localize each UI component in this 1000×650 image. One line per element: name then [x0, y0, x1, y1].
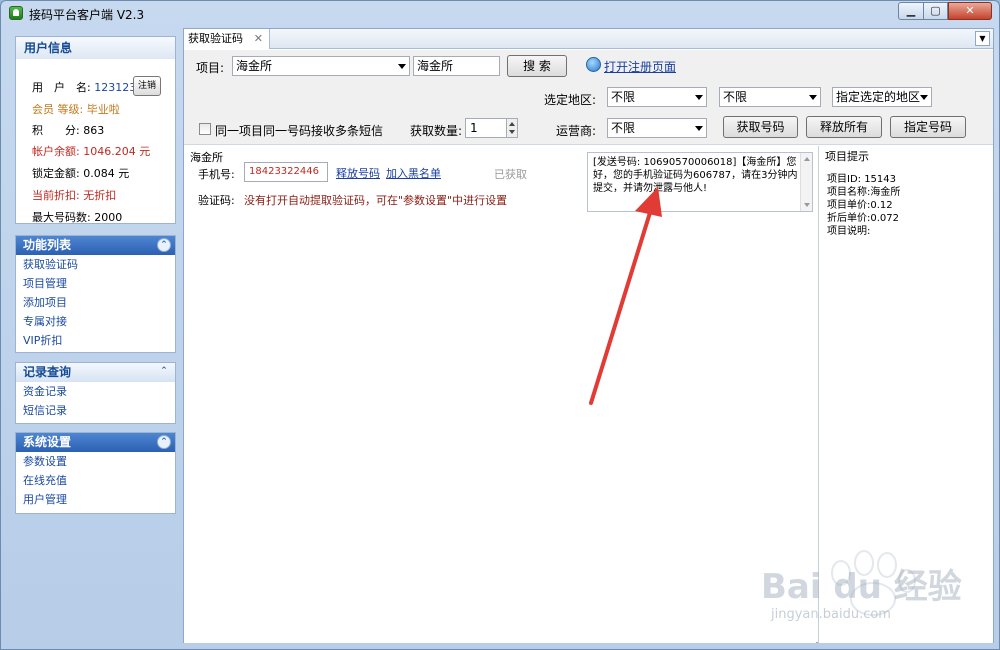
app-window: 接码平台客户端 V2.3 ▁ ▢ ✕ 用户信息 用 户 名: 123123 注销… [0, 0, 1000, 650]
assign-number-button[interactable]: 指定号码 [890, 116, 966, 138]
collapse-icon[interactable]: ⌃ [157, 435, 171, 449]
window-title: 接码平台客户端 V2.3 [29, 8, 145, 22]
sms-scrollbar[interactable] [800, 153, 812, 211]
query-toolbar: 项目: 海金所 海金所 搜 索 打开注册页面 选定地区: 不限 不限 指定选定的… [184, 50, 993, 145]
nav-exclusive-dock[interactable]: 专属对接 [16, 312, 175, 331]
nav-param-settings[interactable]: 参数设置 [16, 452, 175, 471]
region-select-3[interactable]: 指定选定的地区 [832, 87, 932, 107]
user-info-panel: 用户信息 用 户 名: 123123 注销 会员 等级: 毕业啦 积 分: 86… [15, 36, 176, 224]
project-description: 项目说明: [827, 226, 871, 237]
add-blacklist-link[interactable]: 加入黑名单 [386, 165, 441, 181]
nav-add-project[interactable]: 添加项目 [16, 293, 175, 312]
nav-user-manage[interactable]: 用户管理 [16, 490, 175, 509]
release-all-button[interactable]: 释放所有 [806, 116, 882, 138]
globe-icon [586, 57, 601, 72]
code-message: 没有打开自动提取验证码，可在"参数设置"中进行设置 [244, 194, 508, 207]
phone-label: 手机号: [198, 168, 235, 181]
sidebar: 用户信息 用 户 名: 123123 注销 会员 等级: 毕业啦 积 分: 86… [11, 31, 179, 641]
multi-sms-checkbox[interactable] [199, 123, 211, 135]
collapse-icon[interactable]: ⌃ [157, 365, 171, 379]
username-row: 用 户 名: 123123 [32, 81, 137, 94]
number-work-area: 海金所 手机号: 18423322446 释放号码 加入黑名单 已获取 验证码:… [184, 146, 816, 643]
member-level-row: 会员 等级: 毕业啦 [32, 103, 120, 116]
collapse-icon[interactable]: ⌃ [157, 238, 171, 252]
nav-project-manage[interactable]: 项目管理 [16, 274, 175, 293]
code-label: 验证码: [198, 194, 235, 207]
tab-get-code[interactable]: 获取验证码 ✕ [184, 29, 270, 49]
chevron-down-icon [809, 95, 817, 100]
settings-header[interactable]: 系统设置 ⌃ [16, 433, 175, 452]
multi-sms-label: 同一项目同一号码接收多条短信 [215, 124, 384, 138]
discount-row: 当前折扣: 无折扣 [32, 189, 117, 202]
project-label: 项目: [196, 61, 225, 75]
chevron-down-icon [398, 64, 406, 69]
records-panel: 记录查询 ⌃ 资金记录 短信记录 [15, 362, 176, 424]
watermark-url: jingyan.baidu.com [771, 607, 891, 622]
user-info-title: 用户信息 [16, 37, 175, 59]
chevron-down-icon [695, 126, 703, 131]
quantity-input[interactable]: 1 [465, 118, 509, 138]
tab-bar: 获取验证码 ✕ ▼ [184, 29, 993, 49]
points-row: 积 分: 863 [32, 124, 105, 137]
minimize-button[interactable]: ▁ [898, 2, 924, 20]
max-numbers-row: 最大号码数: 2000 [32, 211, 123, 224]
project-select[interactable]: 海金所 [232, 56, 410, 76]
logout-button[interactable]: 注销 [133, 76, 161, 96]
app-icon [9, 6, 23, 20]
quantity-stepper[interactable] [506, 118, 518, 138]
maximize-button[interactable]: ▢ [923, 2, 948, 20]
function-list-header[interactable]: 功能列表 ⌃ [16, 236, 175, 255]
nav-vip-discount[interactable]: VIP折扣 [16, 331, 175, 350]
annotation-arrow [589, 187, 662, 405]
settings-panel: 系统设置 ⌃ 参数设置 在线充值 用户管理 [15, 432, 176, 514]
region-select-2[interactable]: 不限 [719, 87, 821, 107]
locked-amount-row: 锁定金额: 0.084 元 [32, 167, 130, 180]
close-button[interactable]: ✕ [948, 2, 992, 20]
tab-menu-button[interactable]: ▼ [975, 31, 990, 46]
status-text: 已获取 [494, 168, 527, 181]
title-bar: 接码平台客户端 V2.3 ▁ ▢ ✕ [1, 1, 999, 27]
records-header[interactable]: 记录查询 ⌃ [16, 363, 175, 382]
watermark-brand: Bai du 经验 [761, 567, 962, 607]
carrier-label: 运营商: [556, 124, 597, 138]
phone-number-field[interactable]: 18423322446 [244, 162, 328, 182]
nav-get-code[interactable]: 获取验证码 [16, 255, 175, 274]
get-number-button[interactable]: 获取号码 [723, 116, 798, 138]
region-select-1[interactable]: 不限 [607, 87, 707, 107]
release-number-link[interactable]: 释放号码 [336, 165, 380, 181]
project-name-title: 海金所 [190, 151, 223, 164]
project-search-input[interactable]: 海金所 [413, 56, 500, 76]
nav-sms-records[interactable]: 短信记录 [16, 401, 175, 420]
nav-online-recharge[interactable]: 在线充值 [16, 471, 175, 490]
carrier-select[interactable]: 不限 [607, 118, 707, 138]
balance-row: 帐户余额: 1046.204 元 [32, 145, 151, 158]
chevron-down-icon [695, 95, 703, 100]
close-tab-icon[interactable]: ✕ [254, 29, 263, 48]
quantity-label: 获取数量: [410, 124, 463, 138]
chevron-down-icon [920, 95, 928, 100]
nav-fund-records[interactable]: 资金记录 [16, 382, 175, 401]
open-register-link[interactable]: 打开注册页面 [604, 58, 676, 75]
search-button[interactable]: 搜 索 [507, 55, 567, 77]
function-list-panel: 功能列表 ⌃ 获取验证码 项目管理 添加项目 专属对接 VIP折扣 [15, 235, 176, 353]
project-hint-title: 项目提示 [825, 150, 869, 163]
region-label: 选定地区: [544, 93, 597, 107]
